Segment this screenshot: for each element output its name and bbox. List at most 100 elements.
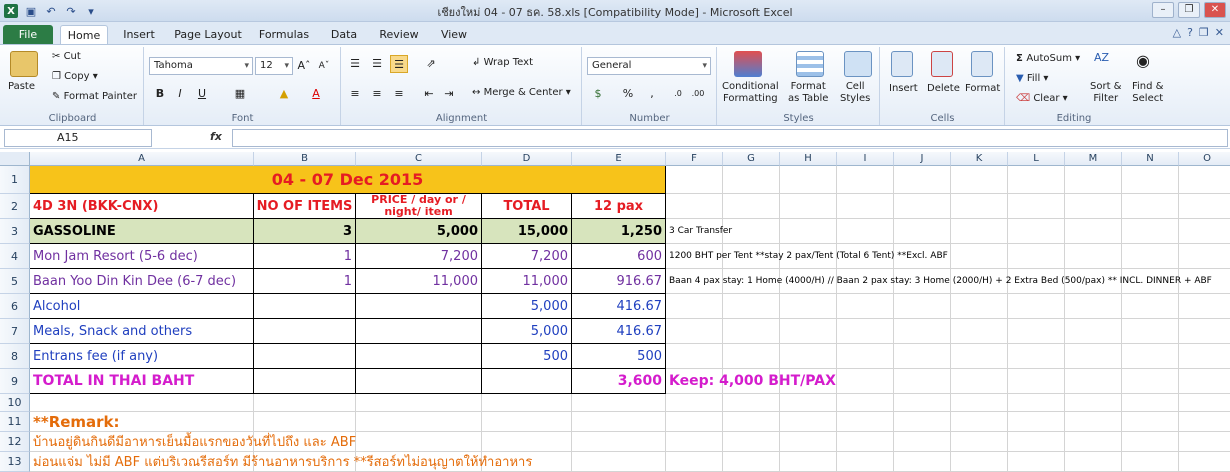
cell[interactable] — [1179, 166, 1230, 194]
item-per-pax[interactable]: 416.67 — [572, 319, 666, 344]
italic-icon[interactable]: I — [171, 85, 189, 103]
cell[interactable] — [1122, 369, 1179, 394]
item-price[interactable] — [356, 294, 482, 319]
cell[interactable] — [1122, 319, 1179, 344]
cell[interactable] — [1179, 452, 1230, 472]
minimize-ribbon-icon[interactable]: △ — [1173, 26, 1181, 39]
align-top-icon[interactable]: ☰ — [346, 55, 364, 73]
cell[interactable] — [780, 452, 837, 472]
cell[interactable] — [1065, 194, 1122, 219]
excel-logo-icon[interactable]: X — [4, 4, 18, 18]
column-header-b[interactable]: B — [254, 152, 356, 166]
cell[interactable] — [1122, 344, 1179, 369]
cell[interactable] — [666, 344, 723, 369]
orientation-icon[interactable]: ⇗ — [422, 55, 440, 73]
cell[interactable] — [1008, 166, 1065, 194]
cell[interactable] — [1122, 194, 1179, 219]
row-header-5[interactable]: 5 — [0, 269, 30, 294]
cell[interactable] — [894, 194, 951, 219]
tab-page-layout[interactable]: Page Layout — [170, 25, 246, 44]
cell[interactable] — [837, 294, 894, 319]
cell[interactable] — [723, 294, 780, 319]
cell[interactable] — [723, 394, 780, 412]
cell[interactable] — [780, 319, 837, 344]
header-trip[interactable]: 4D 3N (BKK-CNX) — [30, 194, 254, 219]
item-name[interactable]: Meals, Snack and others — [30, 319, 254, 344]
column-header-g[interactable]: G — [723, 152, 780, 166]
cell[interactable] — [1065, 412, 1122, 432]
cell[interactable] — [894, 294, 951, 319]
close-button[interactable]: ✕ — [1204, 2, 1226, 18]
paste-button[interactable]: Paste — [8, 81, 35, 92]
cell[interactable] — [951, 194, 1008, 219]
column-header-k[interactable]: K — [951, 152, 1008, 166]
item-per-pax[interactable]: 1,250 — [572, 219, 666, 244]
item-per-pax[interactable]: 916.67 — [572, 269, 666, 294]
row-header-10[interactable]: 10 — [0, 394, 30, 412]
cell[interactable] — [780, 166, 837, 194]
header-items[interactable]: NO OF ITEMS — [254, 194, 356, 219]
align-bottom-icon[interactable]: ☰ — [390, 55, 408, 73]
cell[interactable] — [723, 412, 780, 432]
cell[interactable] — [894, 432, 951, 452]
grow-font-icon[interactable]: Aˆ — [295, 57, 313, 75]
cell[interactable] — [723, 166, 780, 194]
cell[interactable] — [1065, 166, 1122, 194]
customize-qat-icon[interactable]: ▾ — [84, 4, 98, 18]
cell[interactable] — [837, 369, 894, 394]
item-price[interactable]: 7,200 — [356, 244, 482, 269]
cell[interactable] — [837, 319, 894, 344]
cell[interactable] — [951, 294, 1008, 319]
row-header-9[interactable]: 9 — [0, 369, 30, 394]
cell[interactable] — [1122, 432, 1179, 452]
format-painter-button[interactable]: ✎ Format Painter — [52, 91, 137, 102]
cell[interactable] — [951, 412, 1008, 432]
item-note[interactable]: 3 Car Transfer — [666, 219, 732, 244]
cell[interactable] — [572, 452, 666, 472]
cell[interactable] — [780, 412, 837, 432]
cell[interactable] — [894, 369, 951, 394]
cell[interactable] — [1008, 194, 1065, 219]
window-close-icon[interactable]: ✕ — [1215, 26, 1224, 39]
cell[interactable] — [780, 344, 837, 369]
cell[interactable] — [1179, 219, 1230, 244]
row-header-1[interactable]: 1 — [0, 166, 30, 194]
undo-icon[interactable]: ↶ — [44, 4, 58, 18]
remark-title[interactable]: **Remark: — [30, 412, 254, 432]
cell[interactable] — [1065, 244, 1122, 269]
cell[interactable] — [894, 319, 951, 344]
column-header-m[interactable]: M — [1065, 152, 1122, 166]
font-name-select[interactable]: Tahoma — [149, 57, 253, 75]
increase-decimal-icon[interactable]: .0 — [669, 85, 687, 103]
cell[interactable] — [1008, 344, 1065, 369]
total-value[interactable]: 3,600 — [572, 369, 666, 394]
cell[interactable] — [666, 394, 723, 412]
cell[interactable] — [666, 452, 723, 472]
remark-line-2[interactable]: ม่อนแจ่ม ไม่มี ABF แต่บริเวณรีสอร์ท มีร้… — [30, 452, 532, 472]
total-label[interactable]: TOTAL IN THAI BAHT — [30, 369, 254, 394]
align-middle-icon[interactable]: ☰ — [368, 55, 386, 73]
help-icon[interactable]: ? — [1187, 26, 1193, 39]
bold-icon[interactable]: B — [151, 85, 169, 103]
worksheet-grid[interactable]: A B C D E F G H I J K L M N O 1 2 3 4 5 6 7 8 9 10 11 12 13 04 - 07 … — [0, 152, 1230, 472]
cell[interactable] — [780, 219, 837, 244]
cell[interactable] — [780, 432, 837, 452]
cell[interactable] — [723, 344, 780, 369]
header-pax[interactable]: 12 pax — [572, 194, 666, 219]
cell[interactable] — [780, 294, 837, 319]
cell[interactable] — [1179, 319, 1230, 344]
cell[interactable] — [1008, 294, 1065, 319]
cell[interactable] — [254, 412, 356, 432]
format-as-table-button[interactable]: Format as Table — [788, 81, 828, 105]
cell[interactable] — [951, 369, 1008, 394]
row-header-4[interactable]: 4 — [0, 244, 30, 269]
align-center-icon[interactable]: ≡ — [368, 85, 386, 103]
title-cell[interactable]: 04 - 07 Dec 2015 — [30, 166, 666, 194]
cell[interactable] — [780, 194, 837, 219]
keep-note[interactable]: Keep: 4,000 BHT/PAX — [666, 369, 836, 394]
save-icon[interactable]: ▣ — [24, 4, 38, 18]
cell[interactable] — [1065, 319, 1122, 344]
borders-icon[interactable]: ▦ — [231, 85, 249, 103]
font-size-select[interactable]: 12 — [255, 57, 293, 75]
cell[interactable] — [837, 432, 894, 452]
